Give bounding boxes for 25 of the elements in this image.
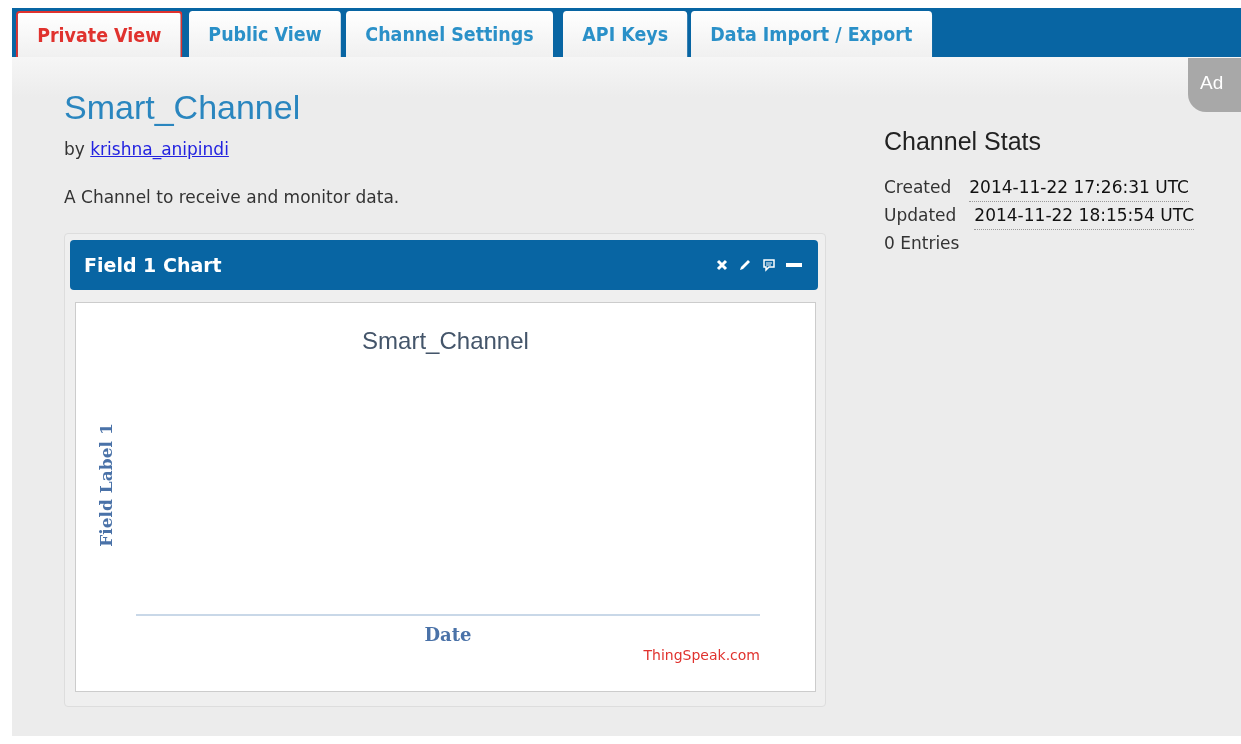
channel-description: A Channel to receive and monitor data. <box>64 187 401 207</box>
chart-title: Smart_Channel <box>361 327 530 355</box>
stats-title: Channel Stats <box>884 127 1043 156</box>
credit-link[interactable]: ThingSpeak.com <box>643 647 760 663</box>
stat-value: 2014-11-22 18:15:54 UTC <box>974 202 1194 230</box>
by-label: by <box>64 139 85 159</box>
close-icon[interactable] <box>716 259 728 271</box>
tab[interactable]: API Keys <box>563 11 688 57</box>
comment-icon[interactable] <box>762 258 776 272</box>
y-axis-label: Field Label 1 <box>96 422 116 547</box>
pencil-icon[interactable] <box>738 258 752 272</box>
stat-label: Updated <box>884 204 957 227</box>
entries-count: 0 Entries <box>884 232 961 255</box>
tab[interactable]: Channel Settings <box>346 11 554 57</box>
panel-title: Field 1 Chart <box>84 254 222 276</box>
author-link[interactable]: krishna_anipindi <box>90 139 229 159</box>
channel-title: Smart_Channel <box>64 87 302 127</box>
stat-label: Created <box>884 176 952 199</box>
minimize-icon[interactable] <box>786 262 802 268</box>
x-axis-label: Date <box>423 624 473 645</box>
tab[interactable]: Public View <box>188 11 341 57</box>
stat-value: 2014-11-22 17:26:31 UTC <box>969 174 1189 202</box>
tab[interactable]: Data Import / Export <box>690 11 932 57</box>
side-tab[interactable]: Ad <box>1188 58 1241 112</box>
tab[interactable]: Private View <box>16 11 183 57</box>
